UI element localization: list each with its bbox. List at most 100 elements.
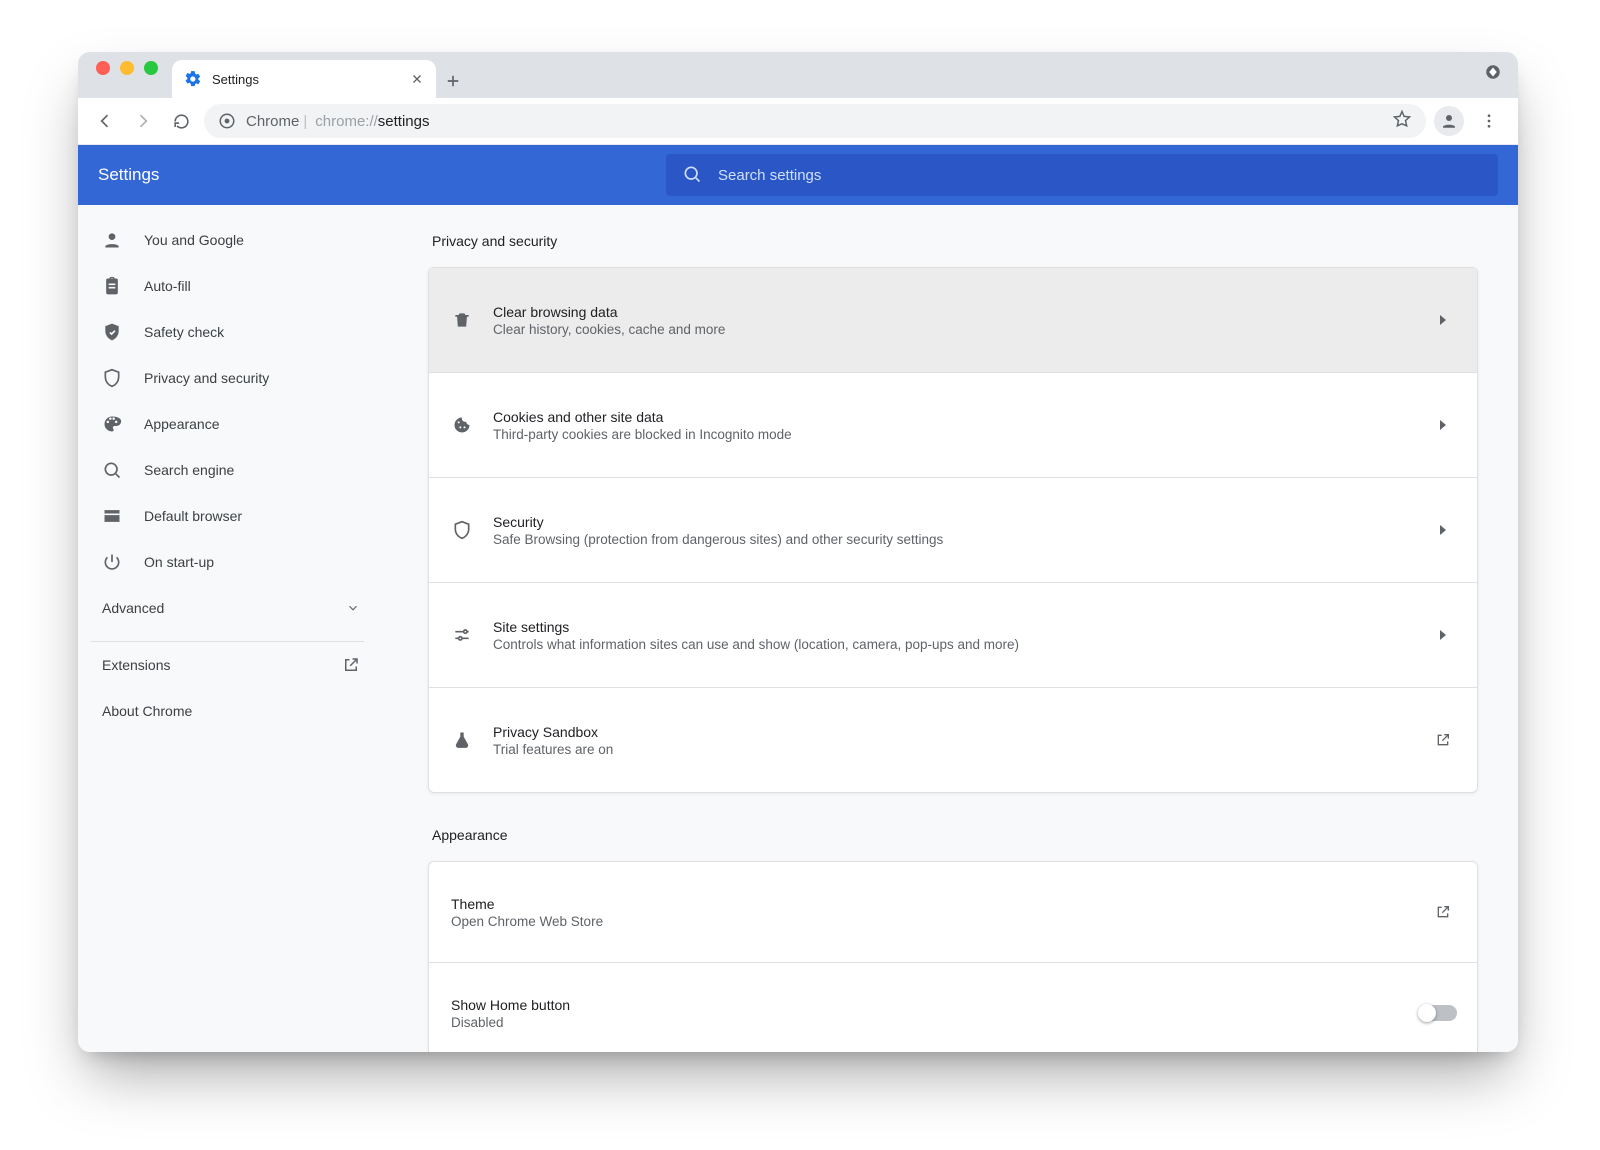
flask-icon [451,730,473,750]
row-subtitle: Third-party cookies are blocked in Incog… [493,427,1409,442]
kebab-menu-icon[interactable] [1472,104,1506,138]
person-icon [102,230,122,250]
search-icon [682,164,702,187]
row-cookies[interactable]: Cookies and other site data Third-party … [429,372,1477,477]
row-security[interactable]: Security Safe Browsing (protection from … [429,477,1477,582]
url-scheme: chrome:// [315,113,378,130]
window-controls [78,61,172,89]
row-title: Site settings [493,619,1409,635]
sidebar-item-label: Appearance [144,416,220,432]
row-privacy-sandbox[interactable]: Privacy Sandbox Trial features are on [429,687,1477,792]
shield-icon [102,368,122,388]
sidebar-item-you-and-google[interactable]: You and Google [78,217,388,263]
window-close-button[interactable] [96,61,110,75]
reload-button[interactable] [166,106,196,136]
sidebar-item-label: You and Google [144,232,244,248]
row-subtitle: Trial features are on [493,742,1409,757]
power-icon [102,552,122,572]
sidebar-item-label: Safety check [144,324,224,340]
tab-title: Settings [212,72,400,87]
url-site: Chrome [246,113,299,130]
sliders-icon [451,625,473,645]
search-input[interactable] [716,166,1482,185]
page-title: Settings [98,165,346,185]
url-path: settings [378,113,430,130]
sidebar-item-label: Search engine [144,462,234,478]
row-theme[interactable]: Theme Open Chrome Web Store [429,862,1477,962]
settings-gear-icon [184,70,202,88]
row-show-home-button[interactable]: Show Home button Disabled [429,962,1477,1052]
trash-icon [451,310,473,330]
forward-button[interactable] [128,106,158,136]
toggle-home-button[interactable] [1419,1005,1457,1021]
sidebar-item-privacy-security[interactable]: Privacy and security [78,355,388,401]
sidebar-item-label: Default browser [144,508,242,524]
clipboard-icon [102,276,122,296]
shield-check-icon [102,322,122,342]
chevron-right-icon [1429,420,1457,430]
open-external-icon [1429,904,1457,920]
palette-icon [102,414,122,434]
main-content: Privacy and security Clear browsing data… [388,205,1518,1052]
back-button[interactable] [90,106,120,136]
browser-menu-icon[interactable] [1484,63,1502,81]
profile-avatar-icon[interactable] [1434,106,1464,136]
search-box[interactable] [666,154,1498,196]
row-site-settings[interactable]: Site settings Controls what information … [429,582,1477,687]
sidebar-item-appearance[interactable]: Appearance [78,401,388,447]
row-title: Theme [451,896,1409,912]
cookie-icon [451,415,473,435]
shield-icon [451,520,473,540]
browser-tab[interactable]: Settings [172,60,436,98]
row-title: Clear browsing data [493,304,1409,320]
row-title: Show Home button [451,997,1399,1013]
chevron-right-icon [1429,630,1457,640]
sidebar-item-on-startup[interactable]: On start-up [78,539,388,585]
row-subtitle: Safe Browsing (protection from dangerous… [493,532,1409,547]
new-tab-button[interactable] [436,64,470,98]
row-title: Security [493,514,1409,530]
chevron-right-icon [1429,525,1457,535]
section-title-appearance: Appearance [432,827,1478,843]
row-title: Cookies and other site data [493,409,1409,425]
about-label: About Chrome [102,703,192,719]
sidebar: You and Google Auto-fill Safety check Pr… [78,205,388,1052]
advanced-label: Advanced [102,600,164,616]
row-title: Privacy Sandbox [493,724,1409,740]
card-appearance: Theme Open Chrome Web Store Show Home bu… [428,861,1478,1052]
row-subtitle: Controls what information sites can use … [493,637,1409,652]
card-privacy: Clear browsing data Clear history, cooki… [428,267,1478,793]
search-icon [102,460,122,480]
chrome-icon [218,112,236,130]
chevron-down-icon [346,601,360,615]
row-clear-browsing-data[interactable]: Clear browsing data Clear history, cooki… [429,268,1477,372]
sidebar-item-search-engine[interactable]: Search engine [78,447,388,493]
open-external-icon [342,656,360,674]
bookmark-star-icon[interactable] [1392,109,1412,133]
sidebar-item-auto-fill[interactable]: Auto-fill [78,263,388,309]
sidebar-advanced-toggle[interactable]: Advanced [78,585,388,631]
sidebar-about-chrome[interactable]: About Chrome [78,688,388,734]
row-subtitle: Open Chrome Web Store [451,914,1409,929]
toolbar: Chrome | chrome://settings [78,98,1518,145]
address-bar[interactable]: Chrome | chrome://settings [204,104,1426,138]
window-icon [102,506,122,526]
sidebar-item-default-browser[interactable]: Default browser [78,493,388,539]
close-icon[interactable] [410,72,424,86]
sidebar-item-label: On start-up [144,554,214,570]
extensions-label: Extensions [102,657,170,673]
open-external-icon [1429,732,1457,748]
browser-window: Settings [78,52,1518,1052]
sidebar-item-label: Privacy and security [144,370,269,386]
sidebar-item-safety-check[interactable]: Safety check [78,309,388,355]
row-subtitle: Clear history, cookies, cache and more [493,322,1409,337]
row-subtitle: Disabled [451,1015,1399,1030]
titlebar: Settings [78,52,1518,98]
window-zoom-button[interactable] [144,61,158,75]
settings-header: Settings [78,145,1518,205]
sidebar-extensions[interactable]: Extensions [78,642,388,688]
sidebar-item-label: Auto-fill [144,278,191,294]
window-minimize-button[interactable] [120,61,134,75]
section-title-privacy: Privacy and security [432,233,1478,249]
chevron-right-icon [1429,315,1457,325]
